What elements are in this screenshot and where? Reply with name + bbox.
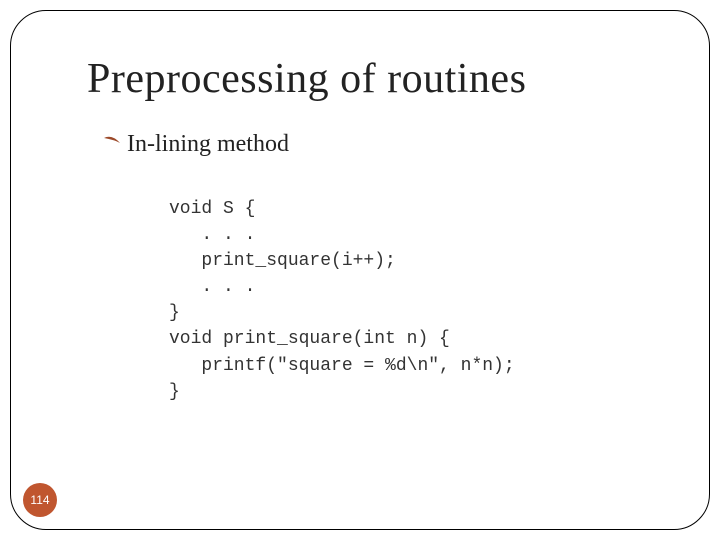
code-block: void S { . . . print_square(i++); . . . … (169, 196, 515, 405)
bullet-icon (101, 132, 123, 159)
slide-title: Preprocessing of routines (87, 55, 526, 103)
slide-frame: Preprocessing of routines In-lining meth… (10, 10, 710, 530)
page-number-badge: 114 (23, 483, 57, 517)
bullet-item: In-lining method (101, 131, 289, 158)
page-number: 114 (30, 493, 49, 507)
bullet-text: In-lining method (127, 131, 289, 158)
